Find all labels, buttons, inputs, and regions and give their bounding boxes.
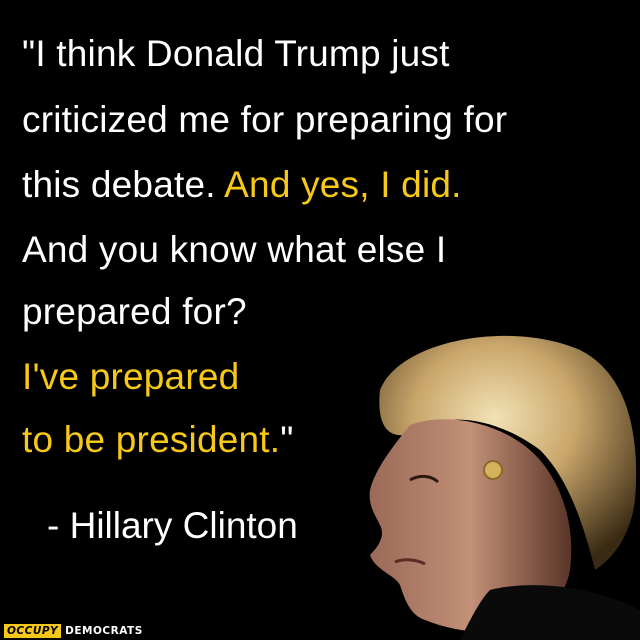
quote-line-3-white: this debate. xyxy=(22,164,225,205)
portrait-image xyxy=(369,335,640,640)
quote-line-6: I've prepared xyxy=(22,356,240,397)
quote-line-7-yellow: to be president. xyxy=(22,419,281,460)
attribution: - Hillary Clinton xyxy=(47,505,298,546)
quote-line-1: "I think Donald Trump just xyxy=(22,33,450,74)
quote-line-7: to be president." xyxy=(22,418,294,462)
quote-line-3: this debate. And yes, I did. xyxy=(22,163,462,207)
quote-line-5: prepared for? xyxy=(22,291,247,332)
brand-logo: OCCUPY DEMOCRATS xyxy=(4,624,143,638)
meme-canvas: "I think Donald Trump just criticized me… xyxy=(0,0,640,640)
quote-line-2: criticized me for preparing for xyxy=(22,99,508,140)
quote-line-3-yellow: And yes, I did. xyxy=(224,164,462,205)
brand-logo-occupy: OCCUPY xyxy=(4,624,62,638)
quote-line-7-close-quote: " xyxy=(280,419,294,460)
quote-line-4: And you know what else I xyxy=(22,229,447,270)
brand-logo-democrats: DEMOCRATS xyxy=(65,625,143,637)
